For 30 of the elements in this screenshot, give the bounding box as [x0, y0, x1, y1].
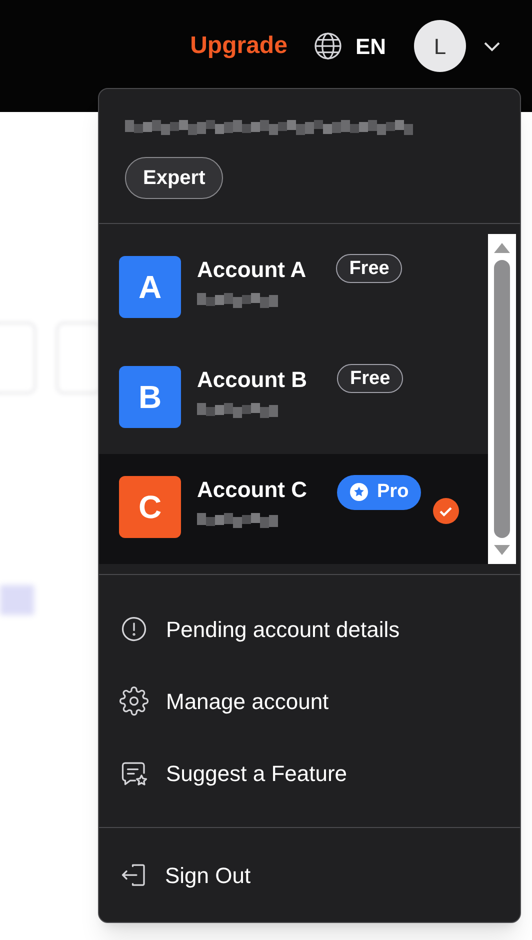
account-row[interactable]: A Account A Free — [99, 234, 488, 344]
role-badge: Expert — [125, 157, 224, 199]
account-name: Account C — [197, 476, 307, 504]
menu-item[interactable]: Pending account details — [99, 593, 520, 665]
plan-badge: Free — [336, 254, 402, 283]
plan-badge: Pro — [337, 475, 421, 510]
check-circle-icon — [432, 498, 459, 524]
sign-out-item[interactable]: Sign Out — [99, 828, 520, 922]
scrollbar-thumb[interactable] — [494, 260, 510, 538]
account-avatar: C — [119, 476, 181, 538]
star-badge-icon — [349, 482, 369, 502]
account-avatar: B — [119, 366, 181, 428]
scrollbar[interactable] — [488, 234, 516, 564]
language-label[interactable]: EN — [355, 30, 386, 62]
scroll-up-arrow-icon[interactable] — [493, 242, 511, 254]
account-avatar: A — [119, 256, 181, 318]
globe-icon[interactable] — [313, 31, 344, 61]
scroll-down-arrow-icon[interactable] — [493, 544, 511, 556]
account-row[interactable]: B Account B Free — [99, 344, 488, 454]
account-name: Account A — [197, 256, 306, 284]
plan-badge: Free — [337, 364, 404, 393]
account-row[interactable]: C Account C Pro — [99, 454, 488, 564]
user-avatar[interactable]: L — [414, 20, 466, 72]
alert-circle-icon — [119, 614, 149, 644]
settings-icon — [119, 686, 149, 716]
menu-item[interactable]: Suggest a Feature — [99, 737, 520, 809]
blurred-page-shape — [0, 585, 34, 615]
upgrade-link[interactable]: Upgrade — [190, 28, 288, 64]
account-name: Account B — [197, 366, 307, 394]
menu-item[interactable]: Manage account — [99, 665, 520, 737]
